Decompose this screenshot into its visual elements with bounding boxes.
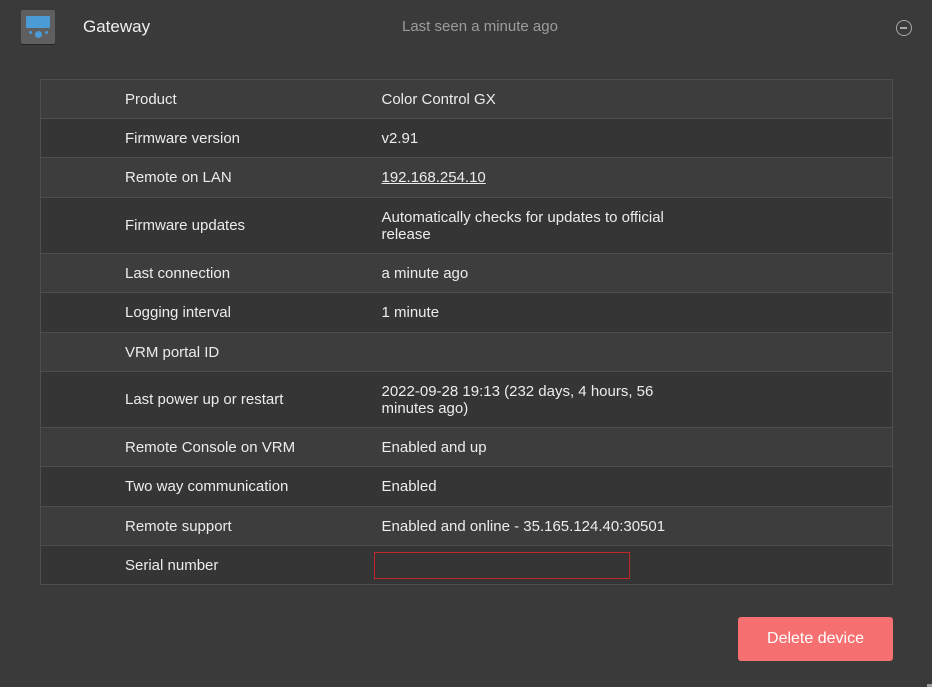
last-connection-value: a minute ago xyxy=(381,264,469,282)
table-row: Serial number xyxy=(40,545,893,585)
delete-device-button[interactable]: Delete device xyxy=(738,617,893,661)
row-value: Enabled and up xyxy=(381,427,893,467)
two-way-communication-value: Enabled xyxy=(381,478,437,495)
serial-number-redacted xyxy=(373,551,630,579)
remote-support-value: Enabled and online - 35.165.124.40:30501 xyxy=(381,517,666,535)
device-header: Gateway Last seen a minute ago xyxy=(0,0,932,56)
table-row: Product Color Control GX xyxy=(40,79,893,119)
row-label: Remote support xyxy=(40,506,382,546)
row-value: 192.168.254.10 xyxy=(381,157,893,198)
table-row: Logging interval 1 minute xyxy=(40,292,893,333)
table-row: Last power up or restart 2022-09-28 19:1… xyxy=(40,371,893,428)
row-value xyxy=(373,545,893,585)
row-value: Automatically checks for updates to offi… xyxy=(381,197,893,254)
row-label: Remote on LAN xyxy=(40,157,382,198)
row-value: Enabled and online - 35.165.124.40:30501 xyxy=(381,506,893,546)
row-value: a minute ago xyxy=(381,253,893,293)
table-row: VRM portal ID xyxy=(40,332,893,372)
row-value: 1 minute xyxy=(381,292,893,333)
table-row: Two way communication Enabled xyxy=(40,466,893,507)
row-label: Last power up or restart xyxy=(40,371,382,428)
row-value: Enabled xyxy=(381,466,893,507)
remote-console-value: Enabled and up xyxy=(381,438,487,456)
row-label: Logging interval xyxy=(40,292,382,333)
row-label: VRM portal ID xyxy=(40,332,382,372)
gx-device-icon xyxy=(21,10,55,44)
row-value: 2022-09-28 19:13 (232 days, 4 hours, 56 … xyxy=(381,371,893,428)
row-value xyxy=(381,332,893,372)
row-label: Serial number xyxy=(40,545,382,585)
device-info-table: Product Color Control GX Firmware versio… xyxy=(40,79,893,585)
table-row: Firmware updates Automatically checks fo… xyxy=(40,197,893,254)
table-row: Firmware version v2.91 xyxy=(40,118,893,158)
logging-interval-value: 1 minute xyxy=(381,304,440,321)
row-label: Product xyxy=(40,79,382,119)
row-label: Remote Console on VRM xyxy=(40,427,382,467)
row-value: Color Control GX xyxy=(381,79,893,119)
row-label: Firmware updates xyxy=(40,197,382,254)
table-row: Remote on LAN 192.168.254.10 xyxy=(40,157,893,198)
firmware-version-value: v2.91 xyxy=(381,129,419,147)
row-label: Last connection xyxy=(40,253,382,293)
remote-lan-link[interactable]: 192.168.254.10 xyxy=(382,169,486,186)
minus-circle-icon[interactable] xyxy=(896,20,912,36)
last-power-up-value: 2022-09-28 19:13 (232 days, 4 hours, 56 … xyxy=(381,382,654,417)
row-label: Two way communication xyxy=(40,466,382,507)
table-row: Remote Console on VRM Enabled and up xyxy=(40,427,893,467)
last-seen-status: Last seen a minute ago xyxy=(402,18,558,35)
row-label: Firmware version xyxy=(40,118,382,158)
table-row: Remote support Enabled and online - 35.1… xyxy=(40,506,893,546)
row-value: v2.91 xyxy=(381,118,893,158)
table-row: Last connection a minute ago xyxy=(40,253,893,293)
device-title: Gateway xyxy=(83,17,151,36)
device-panel: Gateway Last seen a minute ago Product C… xyxy=(0,0,932,687)
product-value: Color Control GX xyxy=(381,90,496,108)
firmware-updates-value: Automatically checks for updates to offi… xyxy=(381,208,664,243)
